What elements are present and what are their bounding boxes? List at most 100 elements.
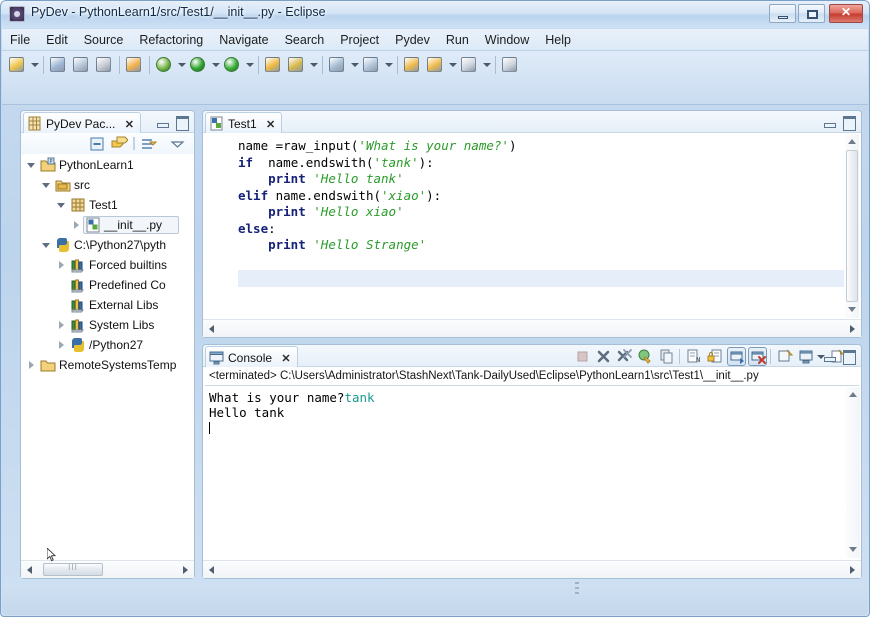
menu-project[interactable]: Project <box>332 29 387 51</box>
save-icon[interactable] <box>47 53 69 77</box>
hscroll-right-arrow[interactable] <box>179 564 191 576</box>
collapse-all-icon[interactable] <box>89 136 106 152</box>
hscroll-thumb[interactable] <box>43 563 103 576</box>
tree-item-remotesystemstemp[interactable]: RemoteSystemsTemp <box>21 355 194 375</box>
clear-console-icon[interactable] <box>636 347 655 366</box>
console-output[interactable]: What is your name?tank Hello tank <box>205 387 845 558</box>
search-icon[interactable] <box>285 53 307 77</box>
sash-resize-handle[interactable] <box>575 582 579 596</box>
console-maximize-button[interactable] <box>841 349 856 365</box>
editor-tab-close-icon[interactable]: ✕ <box>266 119 275 131</box>
debug-icon[interactable] <box>153 53 175 77</box>
coverage-icon[interactable] <box>221 53 243 77</box>
pin-editor-dropdown[interactable] <box>481 53 492 77</box>
previous-annotation-dropdown[interactable] <box>383 53 394 77</box>
tree-item-predefined-co[interactable]: Predefined Co <box>21 275 194 295</box>
editor-vscroll-down-arrow[interactable] <box>846 304 858 316</box>
editor-minimize-button[interactable] <box>822 115 837 129</box>
menu-search[interactable]: Search <box>277 29 333 51</box>
maximize-button[interactable] <box>798 4 825 23</box>
close-button[interactable]: ✕ <box>829 4 863 23</box>
editor-hscroll-right-arrow[interactable] <box>846 323 858 335</box>
save-all-icon[interactable] <box>70 53 92 77</box>
terminate-icon[interactable] <box>573 347 592 366</box>
word-wrap-lock-icon[interactable] <box>706 347 725 366</box>
package-explorer-maximize-button[interactable] <box>174 115 189 131</box>
chevron-right-icon[interactable] <box>72 221 81 230</box>
tree-item-pythonlearn1[interactable]: P PythonLearn1 <box>21 155 194 175</box>
console-hscroll-right-arrow[interactable] <box>846 564 858 576</box>
tree-item-forced-builtins[interactable]: Forced builtins <box>21 255 194 275</box>
tree-item-external-libs[interactable]: External Libs <box>21 295 194 315</box>
chevron-down-icon[interactable] <box>42 181 51 190</box>
package-explorer-hscrollbar[interactable] <box>21 560 194 578</box>
package-explorer-close-icon[interactable]: ✕ <box>125 119 134 131</box>
search-dropdown[interactable] <box>308 53 319 77</box>
coverage-dropdown[interactable] <box>244 53 255 77</box>
editor-vscrollbar[interactable] <box>845 134 859 318</box>
filter-icon[interactable] <box>141 136 158 152</box>
console-vscroll-down-arrow[interactable] <box>847 544 859 556</box>
console-vscrollbar[interactable] <box>846 387 860 558</box>
editor-vscroll-up-arrow[interactable] <box>846 136 858 148</box>
chevron-right-icon[interactable] <box>57 341 66 350</box>
chevron-right-icon[interactable] <box>57 261 66 270</box>
tree-item-python27[interactable]: /Python27 <box>21 335 194 355</box>
console-hscroll-left-arrow[interactable] <box>206 564 218 576</box>
tree-item-test1[interactable]: Test1 <box>21 195 194 215</box>
forward-dropdown[interactable] <box>447 53 458 77</box>
pin-console-icon[interactable] <box>776 347 795 366</box>
remove-all-launches-icon[interactable] <box>615 347 634 366</box>
chevron-right-icon[interactable] <box>27 361 36 370</box>
console-vscroll-up-arrow[interactable] <box>847 389 859 401</box>
editor-vscroll-thumb[interactable] <box>846 150 858 302</box>
console-minimize-button[interactable] <box>822 349 837 363</box>
menu-window[interactable]: Window <box>477 29 537 51</box>
scroll-lock-icon[interactable]: N <box>685 347 704 366</box>
next-annotation-dropdown[interactable] <box>349 53 360 77</box>
show-console-on-error-icon[interactable] <box>748 347 767 366</box>
previous-annotation-icon[interactable] <box>360 53 382 77</box>
tree-item-init-py[interactable]: __init__.py <box>21 215 194 235</box>
editor-hscrollbar[interactable] <box>203 319 861 337</box>
menu-run[interactable]: Run <box>438 29 477 51</box>
chevron-right-icon[interactable] <box>57 321 66 330</box>
menu-edit[interactable]: Edit <box>38 29 76 51</box>
chevron-down-icon[interactable] <box>42 241 51 250</box>
pin-editor-icon[interactable] <box>458 53 480 77</box>
menu-help[interactable]: Help <box>537 29 579 51</box>
editor-text-area[interactable]: name =raw_input('What is your name?') if … <box>204 133 860 319</box>
package-explorer-tree[interactable]: P PythonLearn1 src Test1 __init__.py C:\Pytho… <box>21 155 194 556</box>
editor-maximize-button[interactable] <box>841 115 856 131</box>
print-icon[interactable] <box>93 53 115 77</box>
menu-file[interactable]: File <box>2 29 38 51</box>
console-hscrollbar[interactable] <box>203 560 861 578</box>
new-wizard-dropdown[interactable] <box>29 53 40 77</box>
tab-test1[interactable]: Test1 ✕ <box>205 112 283 133</box>
remove-launch-icon[interactable] <box>594 347 613 366</box>
tab-pydev-package-explorer[interactable]: PyDev Pac... ✕ <box>23 112 141 133</box>
pin-editor-icon[interactable] <box>499 53 521 77</box>
debug-dropdown[interactable] <box>176 53 187 77</box>
next-annotation-icon[interactable] <box>326 53 348 77</box>
open-type-icon[interactable] <box>123 53 145 77</box>
menu-refactoring[interactable]: Refactoring <box>131 29 211 51</box>
forward-icon[interactable] <box>424 53 446 77</box>
display-selected-console-icon[interactable] <box>797 347 816 366</box>
new-wizard-icon[interactable] <box>6 53 28 77</box>
tree-item-src[interactable]: src <box>21 175 194 195</box>
menu-pydev[interactable]: Pydev <box>387 29 438 51</box>
editor-hscroll-left-arrow[interactable] <box>206 323 218 335</box>
link-with-editor-icon[interactable] <box>111 136 129 152</box>
tab-console[interactable]: Console ✕ <box>205 346 298 367</box>
tree-item-system-libs[interactable]: System Libs <box>21 315 194 335</box>
copy-icon[interactable] <box>657 347 676 366</box>
show-console-on-output-icon[interactable] <box>727 347 746 366</box>
back-icon[interactable] <box>401 53 423 77</box>
menu-source[interactable]: Source <box>76 29 132 51</box>
open-resource-icon[interactable] <box>262 53 284 77</box>
run-icon[interactable] <box>187 53 209 77</box>
package-explorer-minimize-button[interactable] <box>155 115 170 129</box>
hscroll-left-arrow[interactable] <box>24 564 36 576</box>
chevron-down-icon[interactable] <box>57 201 66 210</box>
